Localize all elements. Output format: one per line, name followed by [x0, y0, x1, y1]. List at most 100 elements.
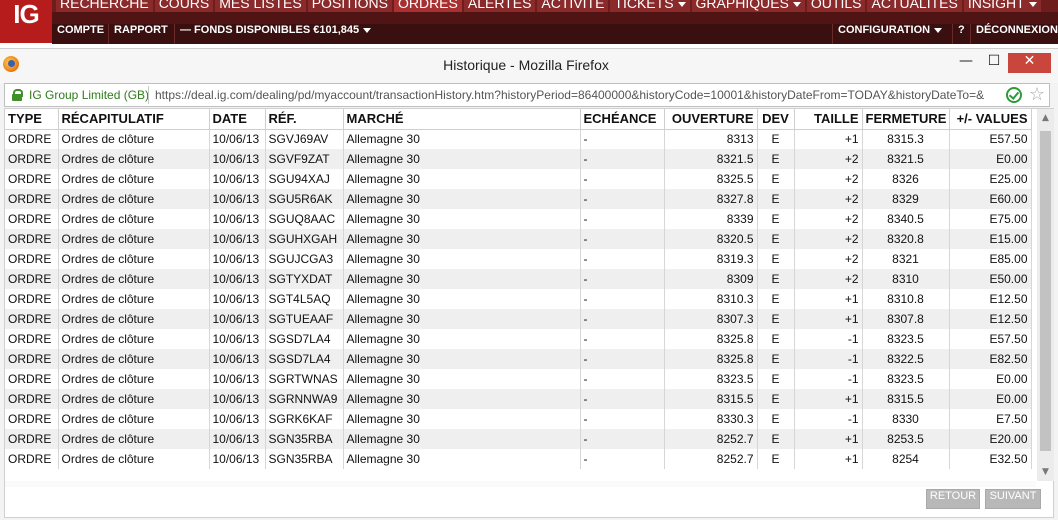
lock-icon[interactable]	[12, 89, 23, 101]
nav-item-label: ACTUALITÉS	[871, 0, 958, 11]
cell-fermeture: 8323.5	[862, 369, 950, 389]
cell-taille: -1	[794, 409, 863, 429]
cell-date: 10/06/13	[209, 169, 266, 189]
help-button[interactable]: ?	[952, 24, 970, 44]
cell-type: ORDRE	[5, 289, 59, 309]
site-identity[interactable]: IG Group Limited (GB)	[29, 88, 149, 102]
table-row[interactable]: ORDRE Ordres de clôture 10/06/13 SGRK6KAF Al…	[5, 409, 1032, 429]
cell-echeance: -	[580, 269, 665, 289]
url-text[interactable]: https://deal.ig.com/dealing/pd/myaccount…	[155, 88, 1003, 102]
nav-item-5[interactable]: ALERTES	[463, 0, 536, 12]
ig-account-bar: COMPTE RAPPORT — FONDS DISPONIBLES €101,…	[52, 24, 1058, 44]
cell-type: ORDRE	[5, 129, 59, 149]
column-header-dev[interactable]: DEV	[757, 109, 795, 130]
cell-date: 10/06/13	[209, 269, 266, 289]
cell-ouverture: 8325.5	[664, 169, 758, 189]
cell-marche: Allemagne 30	[343, 209, 581, 229]
nav-item-0[interactable]: RECHERCHE	[56, 0, 153, 12]
table-row[interactable]: ORDRE Ordres de clôture 10/06/13 SGTYXDAT Al…	[5, 269, 1032, 289]
minimize-button[interactable]: —	[953, 53, 979, 73]
nav-item-1[interactable]: COURS	[154, 0, 214, 12]
table-row[interactable]: ORDRE Ordres de clôture 10/06/13 SGVJ69AV Al…	[5, 129, 1032, 149]
column-header-recap[interactable]: RÉCAPITULATIF	[58, 109, 210, 130]
column-header-ref[interactable]: RÉF.	[265, 109, 344, 130]
nav-item-11[interactable]: INSIGHT	[963, 0, 1041, 12]
table-row[interactable]: ORDRE Ordres de clôture 10/06/13 SGRNNWA9 Al…	[5, 389, 1032, 409]
table-row[interactable]: ORDRE Ordres de clôture 10/06/13 SGN35RBA Al…	[5, 429, 1032, 449]
cell-echeance: -	[580, 409, 665, 429]
scrollbar-thumb[interactable]	[1040, 131, 1051, 451]
suivant-button[interactable]: SUIVANT	[985, 489, 1041, 509]
cell-dev: E	[757, 209, 795, 229]
scroll-down-arrow-icon[interactable]: ▼	[1037, 465, 1054, 479]
cell-dev: E	[757, 249, 795, 269]
table-row[interactable]: ORDRE Ordres de clôture 10/06/13 SGUQ8AAC Al…	[5, 209, 1032, 229]
nav-item-3[interactable]: POSITIONS	[307, 0, 392, 12]
cell-echeance: -	[580, 389, 665, 409]
cell-values: E0.00	[949, 149, 1032, 169]
cell-echeance: -	[580, 369, 665, 389]
nav-item-8[interactable]: GRAPHIQUES	[691, 0, 805, 12]
nav-item-10[interactable]: ACTUALITÉS	[867, 0, 962, 12]
deconnexion-link[interactable]: DÉCONNEXION	[970, 24, 1058, 44]
table-row[interactable]: ORDRE Ordres de clôture 10/06/13 SGVF9ZAT Al…	[5, 149, 1032, 169]
cell-dev: E	[757, 129, 795, 149]
column-header-values[interactable]: +/- VALUES	[949, 109, 1032, 130]
compte-link[interactable]: COMPTE	[52, 24, 109, 44]
nav-item-label: TICKETS	[614, 0, 674, 11]
nav-item-2[interactable]: MES LISTES	[215, 0, 306, 12]
nav-item-4[interactable]: ORDRES	[393, 0, 462, 12]
column-header-echeance[interactable]: ECHÉANCE	[580, 109, 665, 130]
table-row[interactable]: ORDRE Ordres de clôture 10/06/13 SGTUEAAF Al…	[5, 309, 1032, 329]
maximize-button[interactable]: ☐	[981, 53, 1007, 73]
url-bar[interactable]: IG Group Limited (GB) https://deal.ig.co…	[4, 83, 1050, 107]
table-row[interactable]: ORDRE Ordres de clôture 10/06/13 SGU5R6AK Al…	[5, 189, 1032, 209]
ig-subnav-strip	[0, 12, 1058, 24]
cell-ouverture: 8307.3	[664, 309, 758, 329]
configuration-dropdown[interactable]: CONFIGURATION	[832, 24, 947, 44]
rapport-link[interactable]: RAPPORT	[108, 24, 173, 44]
column-header-marche[interactable]: MARCHÉ	[343, 109, 581, 130]
cell-marche: Allemagne 30	[343, 189, 581, 209]
cell-ref: SGSD7LA4	[265, 349, 344, 369]
column-header-type[interactable]: TYPE	[5, 109, 59, 130]
funds-available-dropdown[interactable]: — FONDS DISPONIBLES €101,845	[174, 24, 376, 44]
nav-item-7[interactable]: TICKETS	[610, 0, 690, 12]
retour-button[interactable]: RETOUR	[926, 489, 980, 509]
table-row[interactable]: ORDRE Ordres de clôture 10/06/13 SGSD7LA4 Al…	[5, 349, 1032, 369]
column-header-taille[interactable]: TAILLE	[794, 109, 863, 130]
cell-recap: Ordres de clôture	[58, 189, 210, 209]
table-row[interactable]: ORDRE Ordres de clôture 10/06/13 SGUJCGA3 Al…	[5, 249, 1032, 269]
table-row[interactable]: ORDRE Ordres de clôture 10/06/13 SGRTWNAS Al…	[5, 369, 1032, 389]
table-row[interactable]: ORDRE Ordres de clôture 10/06/13 SGT4L5AQ Al…	[5, 289, 1032, 309]
column-header-ouverture[interactable]: OUVERTURE	[664, 109, 758, 130]
table-row[interactable]: ORDRE Ordres de clôture 10/06/13 SGN35RBA Al…	[5, 449, 1032, 469]
cell-echeance: -	[580, 169, 665, 189]
cell-ouverture: 8327.8	[664, 189, 758, 209]
nav-item-9[interactable]: OUTILS	[806, 0, 866, 12]
column-header-date[interactable]: DATE	[209, 109, 266, 130]
cell-marche: Allemagne 30	[343, 289, 581, 309]
cell-marche: Allemagne 30	[343, 349, 581, 369]
column-header-fermeture[interactable]: FERMETURE	[862, 109, 950, 130]
nav-item-6[interactable]: ACTIVITÉ	[537, 0, 609, 12]
table-row[interactable]: ORDRE Ordres de clôture 10/06/13 SGSD7LA4 Al…	[5, 329, 1032, 349]
cell-dev: E	[757, 229, 795, 249]
cell-values: E50.00	[949, 269, 1032, 289]
table-row[interactable]: ORDRE Ordres de clôture 10/06/13 SGUHXGAH Al…	[5, 229, 1032, 249]
cell-values: E32.50	[949, 449, 1032, 469]
cell-dev: E	[757, 409, 795, 429]
scroll-up-arrow-icon[interactable]: ▲	[1037, 111, 1054, 125]
cell-fermeture: 8321	[862, 249, 950, 269]
bookmark-star-icon[interactable]: ☆	[1027, 85, 1047, 105]
ig-logo[interactable]: IG	[0, 0, 52, 43]
vertical-scrollbar[interactable]: ▲ ▼	[1037, 109, 1054, 481]
check-circle-icon[interactable]	[1006, 87, 1022, 103]
cell-taille: +2	[794, 269, 863, 289]
close-button[interactable]: ✕	[1008, 53, 1051, 73]
table-row[interactable]: ORDRE Ordres de clôture 10/06/13 SGU94XAJ Al…	[5, 169, 1032, 189]
cell-recap: Ordres de clôture	[58, 149, 210, 169]
cell-ouverture: 8320.5	[664, 229, 758, 249]
cell-recap: Ordres de clôture	[58, 449, 210, 469]
cell-ouverture: 8323.5	[664, 369, 758, 389]
